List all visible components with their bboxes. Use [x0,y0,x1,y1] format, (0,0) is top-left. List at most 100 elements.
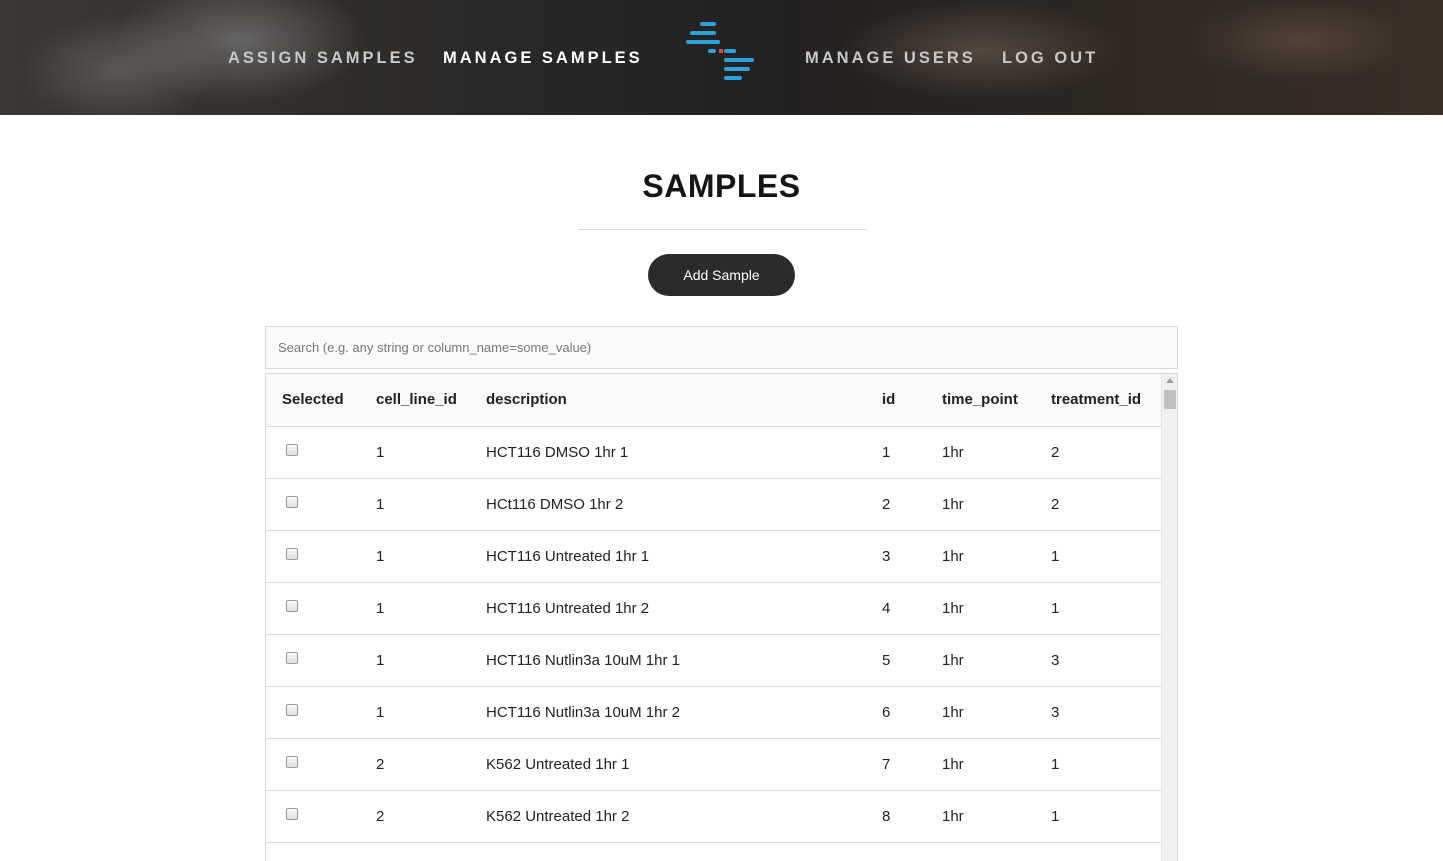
samples-table-container: Selected cell_line_id description id tim… [265,373,1178,861]
scroll-thumb[interactable] [1164,390,1176,409]
treatment-id-cell: 1 [1051,738,1161,791]
id-cell: 3 [882,530,942,583]
col-header-treatment-id[interactable]: treatment_id [1051,374,1161,427]
logo-bar [724,67,750,71]
cell-line-id-cell: 1 [376,478,486,531]
table-row[interactable]: 2 K562 Untreated 1hr 2 8 1hr 1 [266,790,1161,843]
row-checkbox[interactable] [286,651,298,664]
id-cell: 4 [882,582,942,635]
cell-line-id-cell [376,842,486,861]
treatment-id-cell: 1 [1051,790,1161,843]
table-row[interactable]: 2 K562 Untreated 1hr 1 7 1hr 1 [266,738,1161,791]
id-cell: 1 [882,426,942,479]
row-select-cell [266,842,376,861]
id-cell: 7 [882,738,942,791]
row-select-cell [266,582,376,635]
description-cell: HCT116 Untreated 1hr 2 [486,582,882,635]
cell-line-id-cell: 1 [376,530,486,583]
logo-bar [724,58,754,62]
nav-manage-users[interactable]: MANAGE USERS [805,47,976,69]
table-row[interactable] [266,842,1161,861]
row-select-cell [266,530,376,583]
description-cell: HCt116 DMSO 1hr 2 [486,478,882,531]
row-checkbox[interactable] [286,755,298,768]
treatment-id-cell: 1 [1051,530,1161,583]
time-point-cell: 1hr [942,478,1051,531]
table-row[interactable]: 1 HCT116 Nutlin3a 10uM 1hr 2 6 1hr 3 [266,686,1161,739]
time-point-cell: 1hr [942,530,1051,583]
row-checkbox[interactable] [286,495,298,508]
table-row[interactable]: 1 HCT116 Untreated 1hr 1 3 1hr 1 [266,530,1161,583]
table-row[interactable]: 1 HCT116 Untreated 1hr 2 4 1hr 1 [266,582,1161,635]
treatment-id-cell: 3 [1051,634,1161,687]
description-cell: HCT116 Nutlin3a 10uM 1hr 1 [486,634,882,687]
id-cell [882,842,942,861]
logo-bar [686,40,720,44]
description-cell: HCT116 DMSO 1hr 1 [486,426,882,479]
id-cell: 8 [882,790,942,843]
row-checkbox[interactable] [286,807,298,820]
time-point-cell [942,842,1051,861]
id-cell: 5 [882,634,942,687]
samples-table: Selected cell_line_id description id tim… [266,374,1161,861]
table-row[interactable]: 1 HCT116 DMSO 1hr 1 1 1hr 2 [266,426,1161,479]
search-input[interactable] [265,326,1178,369]
cell-line-id-cell: 1 [376,686,486,739]
description-cell: HCT116 Nutlin3a 10uM 1hr 2 [486,686,882,739]
time-point-cell: 1hr [942,686,1051,739]
logo-dot [719,49,723,53]
row-checkbox[interactable] [286,443,298,456]
add-sample-button[interactable]: Add Sample [648,254,795,296]
cell-line-id-cell: 1 [376,426,486,479]
treatment-id-cell [1051,842,1161,861]
logo-bar [700,22,716,26]
logo-bar [708,49,716,53]
table-row[interactable]: 1 HCT116 Nutlin3a 10uM 1hr 1 5 1hr 3 [266,634,1161,687]
treatment-id-cell: 1 [1051,582,1161,635]
row-select-cell [266,634,376,687]
table-row[interactable]: 1 HCt116 DMSO 1hr 2 2 1hr 2 [266,478,1161,531]
cell-line-id-cell: 2 [376,790,486,843]
col-header-description[interactable]: description [486,374,882,427]
nav-manage-samples[interactable]: MANAGE SAMPLES [443,47,643,69]
title-divider [578,229,866,230]
row-select-cell [266,738,376,791]
cell-line-id-cell: 1 [376,634,486,687]
description-cell [486,842,882,861]
row-checkbox[interactable] [286,599,298,612]
col-header-selected[interactable]: Selected [266,374,376,427]
scroll-up-arrow-icon[interactable] [1166,378,1174,383]
time-point-cell: 1hr [942,426,1051,479]
row-select-cell [266,686,376,739]
row-select-cell [266,478,376,531]
treatment-id-cell: 3 [1051,686,1161,739]
nav-assign-samples[interactable]: ASSIGN SAMPLES [228,47,418,69]
treatment-id-cell: 2 [1051,426,1161,479]
logo-bar [724,49,736,53]
description-cell: HCT116 Untreated 1hr 1 [486,530,882,583]
treatment-id-cell: 2 [1051,478,1161,531]
logo-bar [724,76,742,80]
row-checkbox[interactable] [286,547,298,560]
description-cell: K562 Untreated 1hr 1 [486,738,882,791]
nav-log-out[interactable]: LOG OUT [1002,47,1098,69]
time-point-cell: 1hr [942,634,1051,687]
description-cell: K562 Untreated 1hr 2 [486,790,882,843]
row-select-cell [266,426,376,479]
page-title: SAMPLES [642,168,801,204]
id-cell: 2 [882,478,942,531]
col-header-cell-line-id[interactable]: cell_line_id [376,374,486,427]
header-banner: ASSIGN SAMPLES MANAGE SAMPLES MANAGE USE… [0,0,1443,115]
row-checkbox[interactable] [286,703,298,716]
col-header-time-point[interactable]: time_point [942,374,1051,427]
logo-bar [690,31,716,35]
table-header-row: Selected cell_line_id description id tim… [266,374,1161,427]
table-scrollbar[interactable] [1161,374,1177,861]
logo-icon[interactable] [686,20,758,86]
time-point-cell: 1hr [942,790,1051,843]
time-point-cell: 1hr [942,582,1051,635]
cell-line-id-cell: 2 [376,738,486,791]
time-point-cell: 1hr [942,738,1051,791]
col-header-id[interactable]: id [882,374,942,427]
id-cell: 6 [882,686,942,739]
